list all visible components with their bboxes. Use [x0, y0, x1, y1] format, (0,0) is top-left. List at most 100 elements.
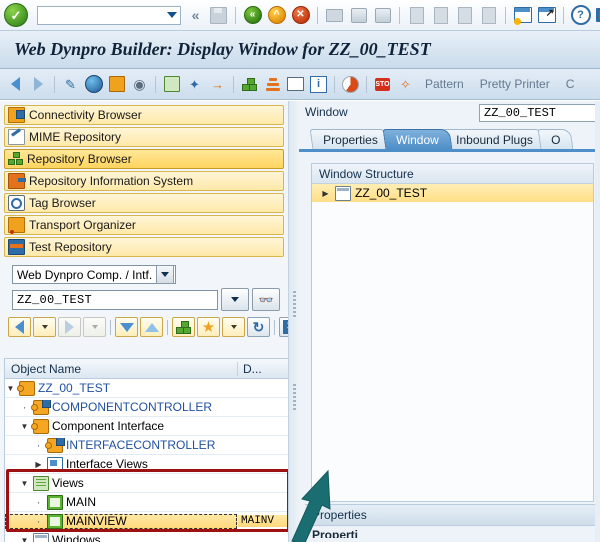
window-name-field[interactable]: ZZ_00_TEST [479, 104, 600, 122]
twisty-closed-icon[interactable]: ▶ [320, 189, 331, 198]
sidebar-item-test-repository[interactable]: Test Repository [4, 237, 284, 257]
where-used-icon[interactable]: ◉ [129, 74, 150, 95]
cancel-red-icon[interactable]: ✕ [290, 5, 311, 26]
forward-arrow-icon[interactable] [28, 74, 49, 95]
activate-icon[interactable] [83, 74, 104, 95]
tree-node-label: MAINVIEW [66, 514, 127, 528]
previous-page-icon[interactable] [430, 5, 451, 26]
chevron-down-icon[interactable] [167, 12, 177, 18]
display-glasses-icon[interactable]: 👓 [252, 288, 280, 311]
stop-icon[interactable]: STO [372, 74, 393, 95]
sidebar-item-label: Transport Organizer [29, 218, 136, 232]
back-history-button[interactable] [8, 317, 31, 337]
splitter-grip[interactable] [293, 291, 296, 319]
hierarchy-icon[interactable] [239, 74, 260, 95]
tab-outbound-plugs[interactable]: O [538, 129, 574, 149]
back-arrow-icon[interactable] [5, 74, 26, 95]
clipboard-icon[interactable] [106, 74, 127, 95]
properties-section: Properties Properti [305, 504, 600, 542]
magic-wand-icon[interactable]: ✦ [184, 74, 205, 95]
collapse-all-button[interactable] [140, 317, 163, 337]
window-header-label: Window [305, 105, 348, 119]
confirm-check-icon[interactable]: ✓ [4, 3, 28, 27]
sidebar-item-repository-browser[interactable]: Repository Browser [4, 149, 284, 169]
layout-menu-icon[interactable] [594, 5, 600, 26]
twisty-closed-icon[interactable]: ▶ [33, 460, 44, 469]
table-row-selected[interactable]: · MAINVIEW MAINV [5, 512, 288, 531]
save-icon[interactable] [208, 5, 229, 26]
find-next-icon[interactable] [372, 5, 393, 26]
sidebar-item-connectivity-browser[interactable]: Connectivity Browser [4, 105, 284, 125]
object-tree: Object Name D... ▼ ZZ_00_TEST · CO [4, 358, 288, 542]
table-row[interactable]: ▼ Windows [5, 531, 288, 542]
new-window-icon[interactable] [512, 5, 533, 26]
command-field[interactable] [37, 6, 181, 25]
list-view-icon[interactable] [285, 74, 306, 95]
close-button[interactable]: ✕ [279, 317, 288, 337]
toolbar-divider [274, 320, 275, 335]
table-row[interactable]: ▶ Interface Views [5, 455, 288, 474]
collapse-left-icon[interactable]: « [184, 5, 205, 26]
find-icon[interactable] [348, 5, 369, 26]
favorites-button[interactable]: ★ [197, 317, 220, 337]
vertical-scrollbar[interactable] [595, 101, 600, 542]
info-icon[interactable]: i [308, 74, 329, 95]
object-search-dropdown-button[interactable] [221, 288, 249, 311]
last-page-icon[interactable] [478, 5, 499, 26]
twisty-open-icon[interactable]: ▼ [19, 536, 30, 542]
navigate-icon[interactable]: → [207, 74, 228, 95]
tree-node-label: MAIN [66, 495, 96, 509]
forward-history-menu-button[interactable] [83, 317, 106, 337]
expand-all-button[interactable] [115, 317, 138, 337]
toolbar-overflow-label[interactable]: C [559, 77, 582, 91]
object-type-select[interactable]: Web Dynpro Comp. / Intf. [12, 265, 176, 284]
open-window-icon[interactable]: ↗ [536, 5, 557, 26]
object-search-input[interactable]: ZZ_00_TEST [12, 290, 218, 310]
main-content-area: Connectivity Browser MIME Repository Rep… [0, 101, 600, 542]
twisty-open-icon[interactable]: ▼ [19, 422, 30, 431]
sidebar-item-transport-organizer[interactable]: Transport Organizer [4, 215, 284, 235]
sidebar-item-tag-browser[interactable]: Tag Browser [4, 193, 284, 213]
wizard-icon[interactable]: ✧ [395, 74, 416, 95]
table-row[interactable]: · INTERFACECONTROLLER [5, 436, 288, 455]
sidebar-item-repository-information-system[interactable]: Repository Information System [4, 171, 284, 191]
refresh-button[interactable]: ↻ [247, 317, 270, 337]
favorites-menu-button[interactable] [222, 317, 245, 337]
check-syntax-icon[interactable]: ✎ [60, 74, 81, 95]
first-page-icon[interactable] [406, 5, 427, 26]
table-row[interactable]: ▼ ZZ_00_TEST [5, 379, 288, 398]
table-row[interactable]: ▼ Component Interface [5, 417, 288, 436]
leaf-bullet-icon: · [33, 439, 44, 451]
create-object-icon[interactable] [161, 74, 182, 95]
transport-organizer-icon [8, 217, 25, 233]
command-bar: ✓ « « ^ ✕ ↗ ? [0, 0, 600, 31]
table-row[interactable]: · COMPONENTCONTROLLER [5, 398, 288, 417]
toolbar-divider [167, 320, 168, 335]
back-history-menu-button[interactable] [33, 317, 56, 337]
next-page-icon[interactable] [454, 5, 475, 26]
pattern-button[interactable]: Pattern [418, 77, 471, 91]
print-icon[interactable] [324, 5, 345, 26]
application-toolbar: ✎ ◉ ✦ → i STO ✧ Pattern Pretty Printer C [0, 69, 600, 100]
twisty-open-icon[interactable]: ▼ [19, 479, 30, 488]
toolbar-divider [54, 76, 55, 93]
back-green-icon[interactable]: « [242, 5, 263, 26]
splitter-grip[interactable] [293, 384, 296, 412]
tab-properties[interactable]: Properties [310, 129, 392, 149]
layers-icon[interactable] [262, 74, 283, 95]
coverage-icon[interactable] [340, 74, 361, 95]
repository-information-system-icon [8, 173, 25, 189]
chevron-down-icon[interactable] [156, 265, 174, 284]
exit-yellow-icon[interactable]: ^ [266, 5, 287, 26]
tab-window[interactable]: Window [382, 129, 451, 149]
help-icon[interactable]: ? [570, 5, 591, 26]
table-row[interactable]: · MAIN [5, 493, 288, 512]
table-row[interactable]: ▼ Views [5, 474, 288, 493]
sidebar-item-mime-repository[interactable]: MIME Repository [4, 127, 284, 147]
tab-inbound-plugs[interactable]: Inbound Plugs [443, 129, 547, 149]
window-structure-root-row[interactable]: ▶ ZZ_00_TEST [312, 184, 593, 202]
forward-history-button[interactable] [58, 317, 81, 337]
pretty-printer-button[interactable]: Pretty Printer [473, 77, 557, 91]
twisty-open-icon[interactable]: ▼ [5, 384, 16, 393]
hierarchy-button[interactable] [172, 317, 195, 337]
